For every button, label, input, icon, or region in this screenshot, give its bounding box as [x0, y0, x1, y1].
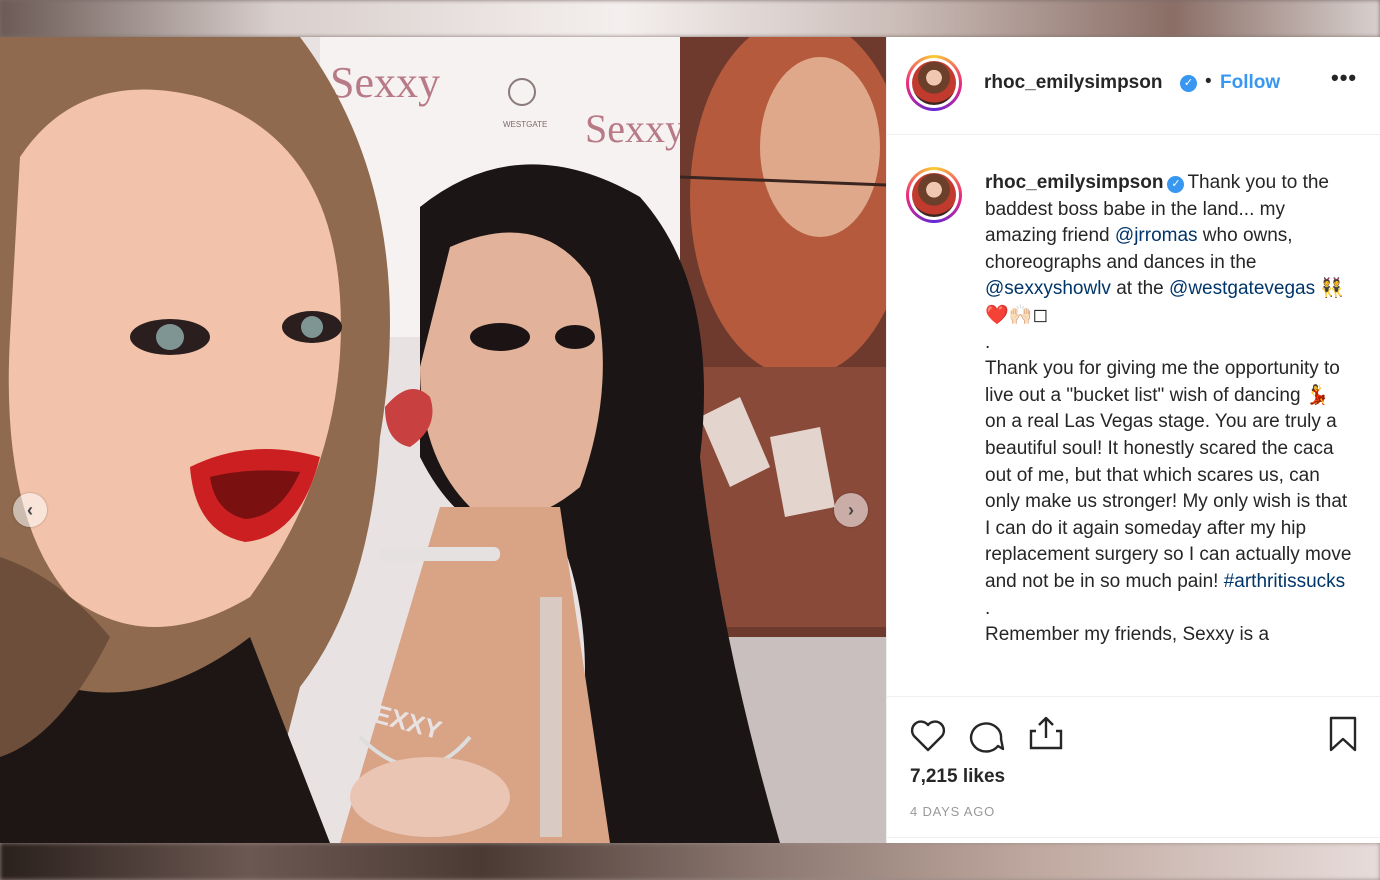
share-icon[interactable] — [1028, 714, 1064, 757]
chevron-left-icon: ‹ — [27, 499, 33, 520]
verified-badge-icon: ✓ — [1167, 176, 1185, 193]
backdrop-brand-text: Sexxy — [330, 58, 440, 107]
divider — [887, 837, 1380, 838]
choker — [380, 547, 500, 561]
follow-button[interactable]: Follow — [1220, 72, 1280, 94]
mention-link[interactable]: @sexxyshowlv — [985, 278, 1111, 299]
header-username[interactable]: rhoc_emilysimpson — [984, 72, 1162, 94]
backdrop-brand-text-2: Sexxy — [585, 106, 685, 151]
mention-link[interactable]: @jrromas — [1115, 225, 1198, 246]
post-photo[interactable]: Sexxy Sexxy WESTGATE SEXXY ‹ › — [0, 37, 886, 843]
caption-paragraph: Remember my friends, Sexxy is a — [985, 624, 1270, 646]
mention-link[interactable]: @westgatevegas — [1169, 278, 1315, 299]
blurred-backdrop-top — [0, 0, 1380, 37]
caption-avatar[interactable] — [906, 167, 962, 223]
photo-illustration: Sexxy Sexxy WESTGATE SEXXY — [0, 37, 886, 843]
blurred-backdrop-bottom — [0, 843, 1380, 880]
caption-scroll-area[interactable]: rhoc_emilysimpson ✓ Thank you to the badde… — [887, 136, 1380, 696]
caption-paragraph: Thank you for giving me the opportunity … — [985, 358, 1352, 592]
bookmark-icon[interactable] — [1327, 715, 1359, 758]
venue-logo-text: WESTGATE — [503, 120, 547, 129]
caption-text: rhoc_emilysimpson ✓ Thank you to the badde… — [985, 170, 1355, 649]
comment-icon[interactable] — [968, 717, 1006, 758]
hashtag-link[interactable]: #arthritissucks — [1224, 571, 1345, 592]
chevron-right-icon: › — [848, 499, 854, 520]
caption-dot: . — [985, 331, 991, 353]
post-header: rhoc_emilysimpson ✓ • Follow ••• — [887, 37, 1380, 135]
post-actions: 7,215 likes 4 DAYS AGO — [887, 696, 1380, 843]
separator-dot: • — [1205, 71, 1212, 92]
more-options-icon[interactable]: ••• — [1331, 65, 1357, 91]
caption-dot: . — [985, 597, 991, 619]
carousel-prev-button[interactable]: ‹ — [13, 493, 47, 527]
post-timestamp[interactable]: 4 DAYS AGO — [910, 804, 995, 819]
carousel-next-button[interactable]: › — [834, 493, 868, 527]
post-side-panel: rhoc_emilysimpson ✓ • Follow ••• rhoc_em… — [886, 37, 1380, 843]
caption-text-part: at the — [1110, 278, 1170, 300]
heart-icon[interactable] — [909, 717, 947, 758]
verified-badge-icon: ✓ — [1180, 75, 1197, 92]
avatar[interactable] — [906, 55, 962, 111]
caption-username[interactable]: rhoc_emilysimpson — [985, 172, 1163, 193]
like-count[interactable]: 7,215 likes — [910, 766, 1005, 788]
